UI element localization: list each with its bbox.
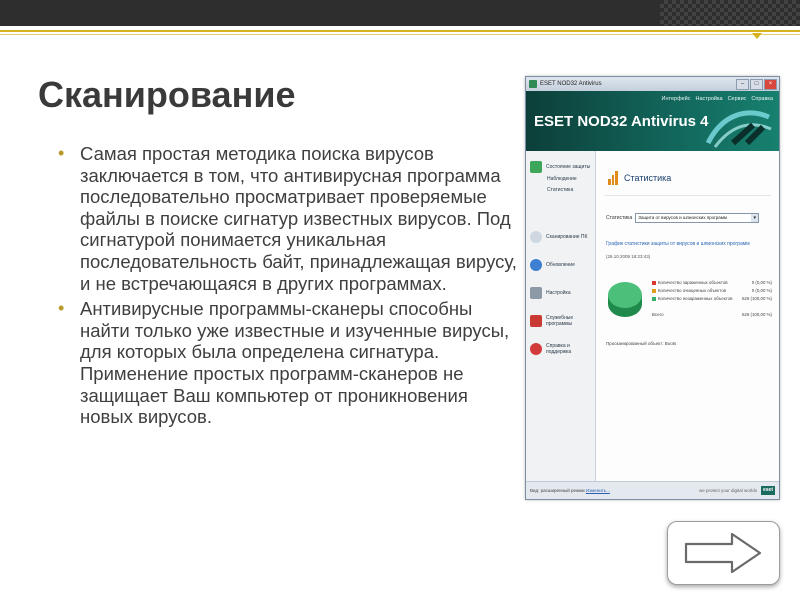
window-controls: – □ ×: [736, 79, 777, 90]
legend-total-value: 626 (100,00 %): [741, 312, 772, 317]
menu-item: Справка: [751, 96, 773, 102]
chart-date: (26.10.2009 18:23:43): [606, 254, 651, 259]
window-title: ESET NOD32 Antivirus: [540, 81, 602, 87]
legend-swatch: [652, 296, 656, 301]
stats-pie-chart: [608, 282, 642, 317]
sidebar-item-settings: Настройка: [530, 287, 571, 299]
gold-rule: [0, 30, 800, 32]
top-band: [0, 0, 800, 26]
bullet-list: • Самая простая методика поиска вирусов з…: [58, 143, 520, 428]
close-icon: ×: [764, 79, 777, 90]
legend-total-label: Всего: [652, 312, 664, 317]
legend-swatch: [652, 280, 656, 285]
legend-value: 626 (100,00 %): [741, 296, 772, 301]
legend-value: 0 (0,00 %): [751, 288, 772, 293]
top-band-pattern: [660, 0, 800, 26]
slide-title: Сканирование: [38, 74, 296, 115]
app-menu: Интерфейс Настройка Сервис Справка: [662, 96, 773, 102]
legend-label: Количество очищенных объектов: [658, 288, 727, 293]
sidebar-item-label: Справка и поддержка: [546, 343, 572, 355]
sidebar-subitem-statistics: Статистика: [547, 187, 574, 193]
shield-check-icon: [530, 161, 542, 173]
sidebar-item-label: Сканирование ПК: [546, 234, 588, 240]
view-mode-label: Вид: расширенный режим: [530, 488, 585, 493]
next-slide-button[interactable]: [667, 521, 780, 585]
legend-row: Количество зараженных объектов 0 (0,00 %…: [652, 279, 772, 287]
stats-filter: Статистика Защита от вирусов и шпионских…: [606, 213, 760, 223]
stats-bars-icon: [608, 171, 619, 185]
maximize-icon: □: [750, 79, 763, 90]
bullet-text: Самая простая методика поиска вирусов за…: [80, 143, 517, 294]
stats-heading-label: Статистика: [624, 173, 672, 183]
app-icon: [529, 80, 537, 88]
legend-label: Количество зараженных объектов: [658, 280, 728, 285]
legend-row: Количество незараженных объектов 626 (10…: [652, 295, 772, 303]
legend-label: Количество незараженных объектов: [658, 296, 733, 301]
tagline: we protect your digital worlds: [698, 488, 757, 493]
toolbox-icon: [530, 315, 542, 327]
sidebar-item-label: Настройка: [546, 290, 571, 296]
legend-row: Количество очищенных объектов 0 (0,00 %): [652, 287, 772, 295]
bullet-dot-icon: •: [58, 143, 65, 163]
menu-item: Настройка: [695, 96, 723, 102]
sidebar-subitem-monitoring: Наблюдение: [547, 176, 577, 182]
brand-swirl-icon: [705, 110, 772, 148]
legend-value: 0 (0,00 %): [751, 280, 772, 285]
magnifier-icon: [530, 231, 542, 243]
sidebar-item-update: Обновление: [530, 259, 575, 271]
scanned-object: Просканированный объект: Boots: [606, 341, 677, 346]
window-titlebar: ESET NOD32 Antivirus – □ ×: [526, 77, 779, 91]
app-statusbar: Вид: расширенный режим Изменить... we pr…: [526, 481, 779, 499]
gold-rule-thin: [0, 34, 800, 35]
gold-marker-icon: [752, 33, 762, 39]
bullet-text: Антивирусные программы-сканеры способны …: [80, 298, 510, 428]
sidebar-item-protection: Состояние защиты: [530, 161, 590, 173]
legend-total-row: Всего 626 (100,00 %): [652, 311, 772, 319]
sidebar-item-help: Справка и поддержка: [530, 343, 595, 355]
app-banner: Интерфейс Настройка Сервис Справка ESET …: [526, 91, 779, 151]
minimize-icon: –: [736, 79, 749, 90]
view-mode: Вид: расширенный режим Изменить...: [530, 488, 610, 493]
menu-item: Интерфейс: [661, 96, 691, 102]
bullet-item-2: • Антивирусные программы-сканеры способны…: [58, 298, 520, 428]
filter-select: Защита от вирусов и шпионских программ ▾: [635, 213, 760, 223]
filter-label: Статистика: [606, 215, 633, 221]
sidebar-item-label: Обновление: [546, 262, 575, 268]
gear-icon: [530, 287, 542, 299]
sidebar-item-tools: Служебные программы: [530, 315, 595, 327]
app-brand: ESET NOD32 Antivirus 4: [534, 113, 709, 130]
chart-legend: Количество зараженных объектов 0 (0,00 %…: [652, 279, 772, 319]
chevron-down-icon: ▾: [751, 214, 759, 222]
legend-swatch: [652, 288, 656, 293]
sidebar-item-label: Служебные программы: [546, 315, 574, 327]
filter-value: Защита от вирусов и шпионских программ: [638, 215, 728, 220]
help-icon: [530, 343, 542, 355]
arrow-right-icon: [684, 532, 762, 574]
globe-update-icon: [530, 259, 542, 271]
chart-title: График статистики защиты от вирусов и шп…: [606, 241, 750, 247]
bullet-dot-icon: •: [58, 298, 65, 319]
divider: [604, 195, 771, 196]
menu-item: Сервис: [727, 96, 747, 102]
stats-heading: Статистика: [608, 171, 671, 185]
view-mode-link: Изменить...: [585, 488, 610, 493]
app-sidebar: Состояние защиты Наблюдение Статистика С…: [526, 151, 596, 481]
app-main-panel: Статистика Статистика Защита от вирусов …: [596, 151, 779, 481]
eset-logo: eset: [761, 486, 775, 495]
antivirus-screenshot: ESET NOD32 Antivirus – □ × Интерфейс Нас…: [525, 76, 780, 500]
sidebar-item-scan: Сканирование ПК: [530, 231, 587, 243]
bullet-item-1: • Самая простая методика поиска вирусов з…: [58, 143, 520, 294]
sidebar-item-label: Состояние защиты: [546, 164, 591, 170]
